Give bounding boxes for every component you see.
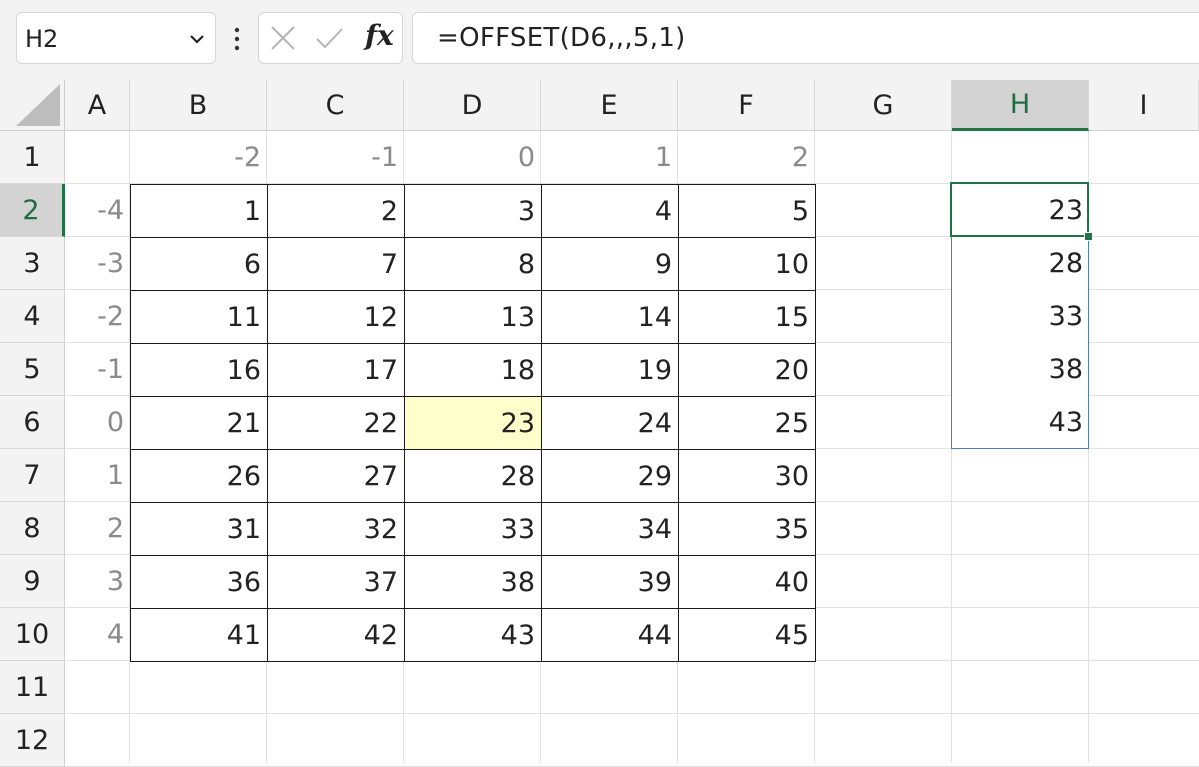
table-cell[interactable]: 43 — [404, 608, 542, 662]
column-header-b[interactable]: B — [130, 80, 267, 131]
table-cell[interactable]: 35 — [678, 502, 816, 556]
table-cell[interactable]: 32 — [267, 502, 405, 556]
row-header-9[interactable]: 9 — [0, 555, 65, 608]
table-cell[interactable]: 39 — [541, 555, 679, 609]
more-options-icon[interactable] — [229, 26, 245, 52]
table-cell[interactable]: 24 — [541, 396, 679, 450]
column-header-d[interactable]: D — [404, 80, 541, 131]
table-cell[interactable]: 11 — [130, 290, 268, 344]
table-cell[interactable]: 14 — [541, 290, 679, 344]
table-cell[interactable]: 20 — [678, 343, 816, 397]
table-cell[interactable]: 10 — [678, 237, 816, 291]
column-header-e[interactable]: E — [541, 80, 678, 131]
cell-reference-d6[interactable]: 23 — [404, 396, 542, 450]
chevron-down-icon[interactable] — [187, 29, 207, 49]
active-cell-border — [950, 182, 1089, 237]
cell-row-offset[interactable]: -4 — [65, 184, 130, 237]
select-all-corner[interactable] — [0, 80, 65, 131]
table-cell[interactable]: 17 — [267, 343, 405, 397]
select-all-triangle-icon — [16, 84, 60, 126]
table-cell[interactable]: 34 — [541, 502, 679, 556]
row-header-8[interactable]: 8 — [0, 502, 65, 555]
row-header-2[interactable]: 2 — [0, 184, 65, 237]
cell-row-offset[interactable]: -2 — [65, 290, 130, 343]
table-cell[interactable]: 7 — [267, 237, 405, 291]
column-header-h[interactable]: H — [952, 80, 1089, 131]
column-header-i[interactable]: I — [1089, 80, 1199, 131]
cell-row-offset[interactable]: 1 — [65, 449, 130, 502]
table-cell[interactable]: 42 — [267, 608, 405, 662]
table-cell[interactable]: 28 — [404, 449, 542, 503]
cell-row-offset[interactable]: 3 — [65, 555, 130, 608]
cell-row-offset[interactable]: 0 — [65, 396, 130, 449]
table-cell[interactable]: 29 — [541, 449, 679, 503]
column-header-a[interactable]: A — [65, 80, 130, 131]
table-cell[interactable]: 2 — [267, 184, 405, 238]
cell-col-offset[interactable]: 0 — [404, 131, 541, 184]
table-cell[interactable]: 5 — [678, 184, 816, 238]
column-header-c[interactable]: C — [267, 80, 404, 131]
formula-buttons: fx — [258, 12, 403, 64]
table-cell[interactable]: 22 — [267, 396, 405, 450]
table-cell[interactable]: 18 — [404, 343, 542, 397]
row-header-10[interactable]: 10 — [0, 608, 65, 661]
enter-check-icon[interactable] — [315, 24, 343, 52]
cell-col-offset[interactable]: 1 — [541, 131, 678, 184]
row-header-5[interactable]: 5 — [0, 343, 65, 396]
column-header-g[interactable]: G — [815, 80, 952, 131]
fill-handle[interactable] — [1084, 232, 1093, 241]
name-box-value: H2 — [25, 25, 59, 53]
row-header-11[interactable]: 11 — [0, 661, 65, 714]
row-header-12[interactable]: 12 — [0, 714, 65, 767]
table-cell[interactable]: 37 — [267, 555, 405, 609]
column-header-f[interactable]: F — [678, 80, 815, 131]
table-cell[interactable]: 21 — [130, 396, 268, 450]
table-cell[interactable]: 6 — [130, 237, 268, 291]
row-header-1[interactable]: 1 — [0, 131, 65, 184]
gridline-horizontal — [65, 713, 1199, 714]
cell-row-offset[interactable]: -3 — [65, 237, 130, 290]
cell-col-offset[interactable]: -1 — [267, 131, 404, 184]
table-cell[interactable]: 41 — [130, 608, 268, 662]
table-cell[interactable]: 4 — [541, 184, 679, 238]
table-cell[interactable]: 8 — [404, 237, 542, 291]
table-cell[interactable]: 25 — [678, 396, 816, 450]
table-cell[interactable]: 15 — [678, 290, 816, 344]
formula-text: =OFFSET(D6,,,5,1) — [437, 23, 686, 53]
table-cell[interactable]: 9 — [541, 237, 679, 291]
cell-col-offset[interactable]: -2 — [130, 131, 267, 184]
table-cell[interactable]: 1 — [130, 184, 268, 238]
row-header-7[interactable]: 7 — [0, 449, 65, 502]
table-cell[interactable]: 36 — [130, 555, 268, 609]
formula-input[interactable]: =OFFSET(D6,,,5,1) — [412, 12, 1199, 64]
cell-row-offset[interactable]: -1 — [65, 343, 130, 396]
cell-row-offset[interactable]: 2 — [65, 502, 130, 555]
table-cell[interactable]: 31 — [130, 502, 268, 556]
insert-function-icon[interactable]: fx — [365, 19, 394, 52]
table-cell[interactable]: 38 — [404, 555, 542, 609]
table-cell[interactable]: 44 — [541, 608, 679, 662]
table-cell[interactable]: 45 — [678, 608, 816, 662]
table-cell[interactable]: 40 — [678, 555, 816, 609]
table-cell[interactable]: 26 — [130, 449, 268, 503]
table-cell[interactable]: 16 — [130, 343, 268, 397]
table-cell[interactable]: 12 — [267, 290, 405, 344]
cancel-icon[interactable] — [269, 24, 297, 52]
table-cell[interactable]: 3 — [404, 184, 542, 238]
cell-row-offset[interactable]: 4 — [65, 608, 130, 661]
table-cell[interactable]: 30 — [678, 449, 816, 503]
row-header-3[interactable]: 3 — [0, 237, 65, 290]
table-cell[interactable]: 33 — [404, 502, 542, 556]
cell-col-offset[interactable]: 2 — [678, 131, 815, 184]
formula-bar-area: H2 fx =OFFSET(D6,,,5,1) — [0, 0, 1199, 80]
name-box[interactable]: H2 — [16, 12, 216, 64]
row-header-4[interactable]: 4 — [0, 290, 65, 343]
row-header-6[interactable]: 6 — [0, 396, 65, 449]
table-cell[interactable]: 27 — [267, 449, 405, 503]
table-cell[interactable]: 19 — [541, 343, 679, 397]
table-cell[interactable]: 13 — [404, 290, 542, 344]
